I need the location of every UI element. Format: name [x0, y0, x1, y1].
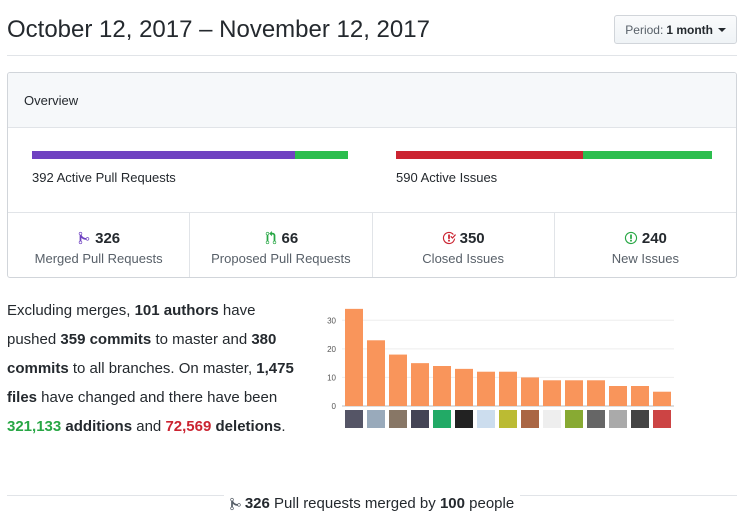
summary-text: to master and — [151, 331, 252, 348]
contributor-bar[interactable] — [499, 371, 517, 406]
authors-count[interactable]: 101 authors — [135, 302, 219, 319]
master-commits-count[interactable]: 359 commits — [60, 331, 151, 348]
contributor-bar[interactable] — [565, 380, 583, 406]
merged-segment — [32, 151, 295, 159]
avatar[interactable] — [565, 410, 583, 428]
additions-word: additions — [61, 418, 133, 435]
stat-closed-issues[interactable]: 350 Closed Issues — [373, 213, 555, 277]
y-tick-label: 20 — [327, 345, 336, 354]
stats-row: 326 Merged Pull Requests 66 Proposed Pul… — [8, 213, 736, 277]
contributor-bar[interactable] — [411, 363, 429, 406]
contributor-bar[interactable] — [433, 366, 451, 406]
period-dropdown-button[interactable]: Period: 1 month — [614, 15, 737, 44]
avatar[interactable] — [499, 410, 517, 428]
contributors-bar-chart: 0 10 20 30 — [327, 308, 674, 428]
footer: 326 Pull requests merged by 100 people — [7, 495, 737, 519]
header: October 12, 2017 – November 12, 2017 Per… — [7, 14, 737, 56]
contributor-bar[interactable] — [389, 354, 407, 406]
issue-closed-icon — [442, 231, 456, 245]
people-count: 100 — [439, 495, 465, 512]
avatar[interactable] — [543, 410, 561, 428]
contributor-bar[interactable] — [609, 386, 627, 406]
contributor-bar[interactable] — [653, 391, 671, 406]
avatar[interactable] — [609, 410, 627, 428]
summary-text: to all branches. On master, — [68, 360, 257, 377]
avatar[interactable] — [345, 410, 363, 428]
footer-text: people — [464, 495, 515, 512]
pull-requests-bar — [32, 151, 348, 159]
footer-text: Pull requests merged by — [269, 495, 440, 512]
avatar[interactable] — [631, 410, 649, 428]
issues-summary[interactable]: 590 Active Issues — [396, 151, 712, 185]
stat-count: 66 — [281, 229, 299, 247]
avatar[interactable] — [477, 410, 495, 428]
commit-summary: Excluding merges, 101 authors have pushe… — [7, 296, 307, 441]
summary-text: Excluding merges, — [7, 302, 135, 319]
additions-count: 321,133 — [7, 418, 62, 435]
stat-count: 326 — [95, 229, 121, 247]
git-merge-icon — [78, 231, 90, 245]
contributor-bar[interactable] — [477, 371, 495, 406]
stat-proposed-pull-requests[interactable]: 66 Proposed Pull Requests — [190, 213, 373, 277]
pull-requests-summary[interactable]: 392 Active Pull Requests — [32, 151, 348, 185]
deletions-count: 72,569 — [165, 418, 212, 435]
avatar[interactable] — [653, 410, 671, 428]
avatar[interactable] — [455, 410, 473, 428]
summary-text: and — [132, 418, 166, 435]
avatar[interactable] — [411, 410, 429, 428]
page-title: October 12, 2017 – November 12, 2017 — [7, 16, 430, 43]
proposed-segment — [294, 151, 348, 159]
contributor-bar[interactable] — [345, 308, 363, 406]
summary-text: have changed and there have been — [37, 389, 278, 406]
issue-opened-icon — [624, 231, 637, 245]
avatar[interactable] — [521, 410, 539, 428]
contributor-bar[interactable] — [455, 368, 473, 406]
active-pull-requests-label: 392 Active Pull Requests — [32, 170, 176, 185]
summary-text: . — [281, 418, 286, 435]
git-merge-icon — [230, 497, 241, 510]
stat-merged-pull-requests[interactable]: 326 Merged Pull Requests — [8, 213, 191, 277]
avatar[interactable] — [587, 410, 605, 428]
overview-panel: Overview 392 Active Pull Requests 590 Ac… — [7, 72, 737, 278]
y-tick-label: 0 — [332, 402, 337, 411]
caret-down-icon — [718, 27, 726, 32]
new-segment — [583, 151, 712, 159]
overview-heading: Overview — [8, 73, 736, 128]
deletions-word: deletions — [215, 418, 282, 435]
merged-pr-count: 326 — [244, 495, 270, 512]
active-issues-label: 590 Active Issues — [396, 170, 498, 185]
git-pull-request-icon — [265, 231, 276, 245]
stat-label: New Issues — [611, 251, 679, 266]
avatar[interactable] — [433, 410, 451, 428]
y-tick-label: 30 — [327, 316, 336, 325]
y-tick-label: 10 — [327, 373, 336, 382]
closed-segment — [396, 151, 584, 159]
issues-bar — [396, 151, 712, 159]
stat-label: Closed Issues — [422, 251, 504, 266]
avatar[interactable] — [389, 410, 407, 428]
contributor-bar[interactable] — [587, 380, 605, 406]
overview-bars: 392 Active Pull Requests 590 Active Issu… — [8, 128, 736, 213]
period-prefix: Period: — [625, 22, 664, 37]
contributor-bar[interactable] — [631, 386, 649, 406]
stat-label: Merged Pull Requests — [34, 251, 163, 266]
stat-count: 350 — [459, 229, 485, 247]
stat-new-issues[interactable]: 240 New Issues — [555, 213, 736, 277]
stat-label: Proposed Pull Requests — [211, 251, 351, 266]
contributor-bar[interactable] — [543, 380, 561, 406]
stat-count: 240 — [641, 229, 667, 247]
contributor-bar[interactable] — [367, 340, 385, 406]
contributor-bar[interactable] — [521, 377, 539, 406]
period-value: 1 month — [666, 22, 713, 37]
avatar[interactable] — [367, 410, 385, 428]
